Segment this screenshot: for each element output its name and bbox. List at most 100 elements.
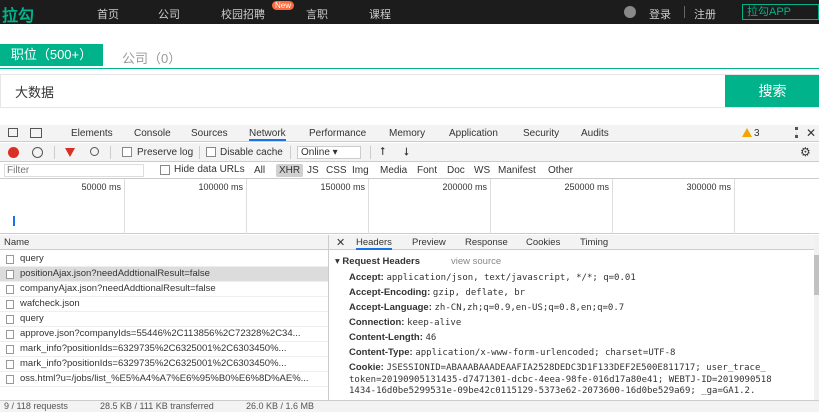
search-bar: 搜索 [0,74,819,108]
nav-home[interactable]: 首页 [97,6,119,22]
tab-performance[interactable]: Performance [309,128,366,139]
filter-input[interactable] [4,164,144,177]
header-key: Connection: [349,317,405,328]
filter-icon[interactable] [65,148,75,157]
request-row[interactable]: mark_info?positionIds=6329735%2C6325001%… [0,357,328,372]
type-css[interactable]: CSS [323,164,350,177]
type-other[interactable]: Other [545,164,576,177]
section-title: Request Headers [342,256,421,267]
tab-elements[interactable]: Elements [71,128,113,139]
request-row[interactable]: query [0,252,328,267]
request-headers-section[interactable]: ▾ Request Headers [335,256,420,267]
request-name: approve.json?companyIds=55446%2C113856%2… [20,328,301,339]
login-link[interactable]: 登录 [649,6,671,22]
more-options-icon[interactable] [795,127,798,138]
tab-network[interactable]: Network [249,128,286,141]
device-toolbar-icon[interactable] [30,128,42,138]
network-timeline[interactable]: 50000 ms 100000 ms 150000 ms 200000 ms 2… [0,179,819,234]
tab-timing[interactable]: Timing [580,237,608,248]
tab-positions[interactable]: 职位（500+） [0,44,103,66]
request-row[interactable]: oss.html?u=/jobs/list_%E5%A4%A7%E6%95%B0… [0,372,328,387]
type-doc[interactable]: Doc [444,164,468,177]
view-source-link[interactable]: view source [451,256,501,267]
user-icon [624,6,636,18]
scrollbar-thumb[interactable] [814,255,819,295]
request-row[interactable]: approve.json?companyIds=55446%2C113856%2… [0,327,328,342]
tab-memory[interactable]: Memory [389,128,425,139]
tab-sources[interactable]: Sources [191,128,228,139]
throttling-select[interactable]: Online ▾ [297,146,361,159]
file-icon [6,285,14,294]
search-input[interactable] [1,75,725,107]
cookie-continuation: token=20190905131435-d7471301-dcbc-4eea-… [349,375,772,385]
tab-console[interactable]: Console [134,128,171,139]
type-media[interactable]: Media [377,164,410,177]
tab-companies[interactable]: 公司（0） [122,48,181,67]
hide-data-urls-checkbox[interactable] [160,165,170,175]
request-name: mark_info?positionIds=6329735%2C6325001%… [20,358,287,369]
request-row[interactable]: query [0,312,328,327]
tab-application[interactable]: Application [449,128,498,139]
network-toolbar: Preserve log Disable cache Online ▾ ⭡ ⭣ … [0,143,819,162]
type-manifest[interactable]: Manifest [495,164,539,177]
nav-speech[interactable]: 言职 [306,6,328,22]
site-logo[interactable]: 拉勾 [2,2,34,26]
request-row[interactable]: companyAjax.json?needAddtionalResult=fal… [0,282,328,297]
tab-security[interactable]: Security [523,128,559,139]
inspect-element-icon[interactable] [8,128,18,137]
clear-icon[interactable] [32,147,43,158]
request-row[interactable]: mark_info?positionIds=6329735%2C6325001%… [0,342,328,357]
name-column-header[interactable]: Name [0,235,328,250]
request-row[interactable]: positionAjax.json?needAddtionalResult=fa… [0,267,328,282]
cookie-continuation: 1434-16d0be5299531e-09be42c0115129-5373e… [349,386,756,396]
app-download-button[interactable]: 拉勾APP [742,4,819,20]
type-js[interactable]: JS [304,164,322,177]
type-xhr[interactable]: XHR [276,164,304,177]
register-link[interactable]: 注册 [694,6,716,22]
toolbar-separator [370,146,371,159]
timeline-tick-label: 100000 ms [198,182,243,192]
header-row: Accept: application/json, text/javascrip… [349,272,636,283]
type-all[interactable]: All [251,164,268,177]
detail-scrollbar[interactable] [814,235,819,400]
type-img[interactable]: Img [349,164,372,177]
type-ws[interactable]: WS [471,164,493,177]
request-count: 9 / 118 requests [4,401,68,411]
file-icon [6,270,14,279]
tab-headers[interactable]: Headers [356,237,392,250]
record-icon[interactable] [8,147,19,158]
timeline-gridline [368,179,369,234]
timeline-gridline [734,179,735,234]
tab-response[interactable]: Response [465,237,508,248]
nav-company[interactable]: 公司 [158,6,180,22]
transferred-size: 28.5 KB / 111 KB transferred [100,401,214,411]
tab-preview[interactable]: Preview [412,237,446,248]
search-button[interactable]: 搜索 [725,75,819,107]
warning-count[interactable]: 3 [754,128,760,139]
type-font[interactable]: Font [414,164,440,177]
close-icon[interactable]: ✕ [806,126,816,140]
request-name: companyAjax.json?needAddtionalResult=fal… [20,283,216,294]
request-row[interactable]: wafcheck.json [0,297,328,312]
search-icon[interactable] [90,147,99,156]
nav-campus[interactable]: 校园招聘 [221,6,265,22]
tab-audits[interactable]: Audits [581,128,609,139]
gear-icon[interactable]: ⚙ [800,145,811,159]
warning-icon[interactable] [742,128,752,137]
hide-data-urls-label: Hide data URLs [174,164,245,175]
disable-cache-label: Disable cache [220,147,283,158]
export-har-icon[interactable]: ⭣ [404,146,409,159]
import-har-icon[interactable]: ⭡ [380,146,385,159]
preserve-log-checkbox[interactable] [122,147,132,157]
header-row: Connection: keep-alive [349,317,461,328]
tab-cookies[interactable]: Cookies [526,237,560,248]
disable-cache-checkbox[interactable] [206,147,216,157]
timeline-gridline [490,179,491,234]
tab-underline [0,68,819,69]
nav-courses[interactable]: 课程 [369,6,391,22]
request-name: mark_info?positionIds=6329735%2C6325001%… [20,343,287,354]
file-icon [6,360,14,369]
file-icon [6,375,14,384]
preserve-log-label: Preserve log [137,147,194,158]
close-detail-icon[interactable]: ✕ [336,236,345,249]
